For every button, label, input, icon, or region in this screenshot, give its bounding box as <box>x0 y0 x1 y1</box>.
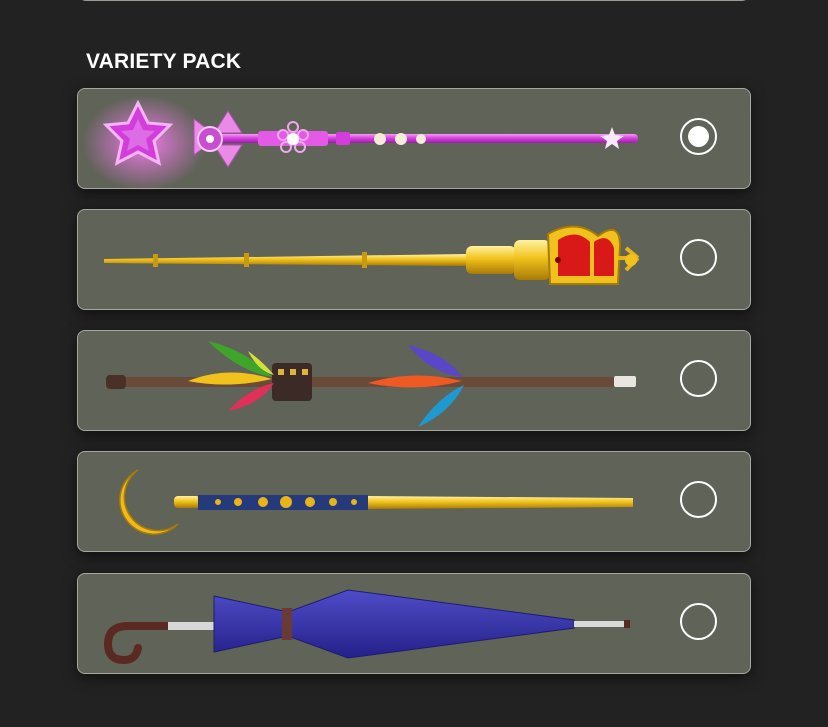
radio-button[interactable] <box>680 360 717 397</box>
option-blue-umbrella[interactable] <box>77 573 751 674</box>
crown-scepter-icon <box>104 225 640 285</box>
radio-button[interactable] <box>680 603 717 640</box>
option-crescent-moon-staff[interactable] <box>77 451 751 552</box>
previous-option-card <box>78 0 750 1</box>
option-pink-star-wand[interactable] <box>77 88 751 191</box>
blue-umbrella-icon <box>103 589 630 665</box>
pink-star-wand-icon <box>82 95 638 191</box>
feathered-staff-icon <box>106 341 636 427</box>
radio-button-selected[interactable] <box>680 118 717 155</box>
option-golden-crown-scepter[interactable] <box>77 209 751 310</box>
section-title: VARIETY PACK <box>86 50 242 73</box>
option-feathered-staff[interactable] <box>77 330 751 431</box>
radio-button[interactable] <box>680 481 717 518</box>
radio-button[interactable] <box>680 239 717 276</box>
crescent-moon-staff-icon <box>119 469 633 535</box>
